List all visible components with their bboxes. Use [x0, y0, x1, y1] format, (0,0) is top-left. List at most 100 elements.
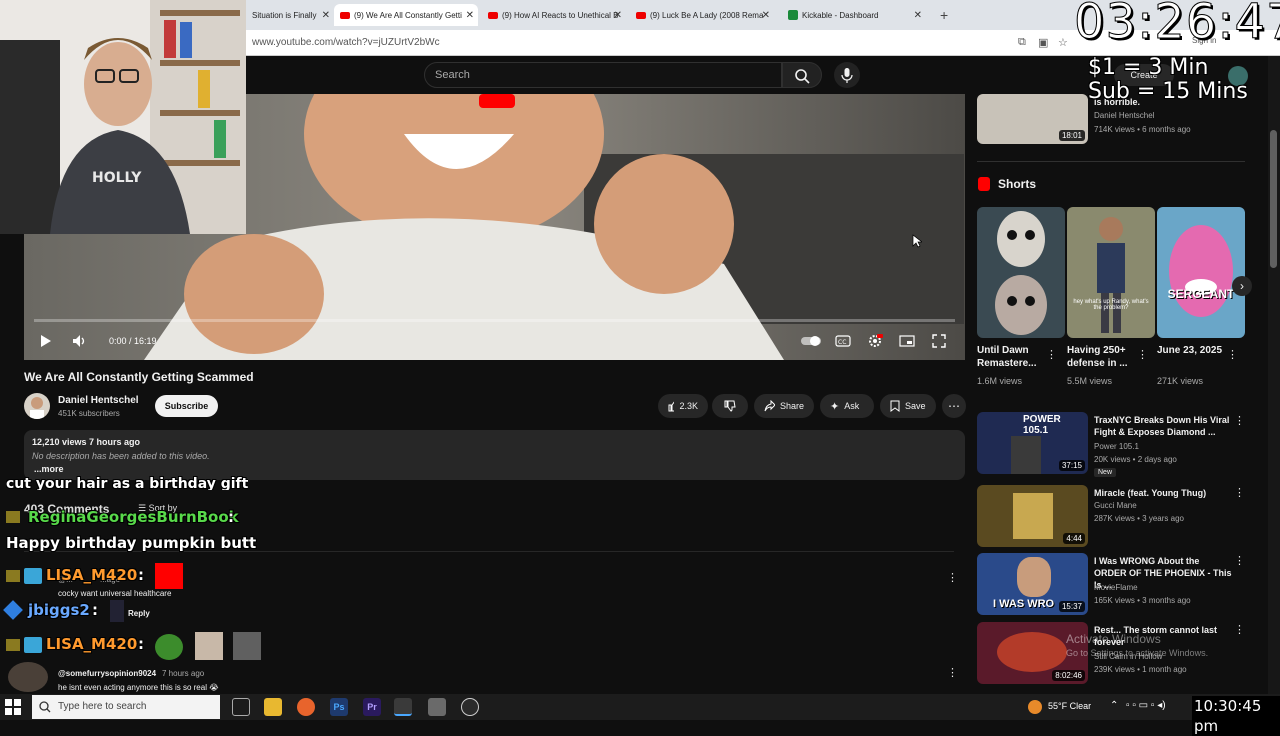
show-hidden-icons[interactable]: ⌃ [1110, 700, 1118, 711]
ask-button[interactable]: ✦ Ask [820, 394, 874, 418]
browser-tab[interactable]: (9) How AI Reacts to Unethical B ✕ [482, 4, 626, 26]
subscriber-count: 451K subscribers [58, 409, 120, 418]
more-actions-button[interactable]: ⋯ [942, 394, 966, 418]
taskbar-clock[interactable]: 10:30:45 pm [1192, 696, 1280, 736]
chat-username: jbiggs2 [28, 601, 90, 619]
mute-button[interactable] [69, 330, 91, 352]
short-menu-icon[interactable]: ⋮ [1046, 349, 1057, 361]
avatar-image [30, 397, 44, 419]
video-title: We Are All Constantly Getting Scammed [24, 370, 254, 384]
app-icon[interactable] [428, 698, 446, 716]
youtube-favicon-icon [340, 11, 350, 19]
scrollbar-thumb[interactable] [1270, 130, 1277, 268]
close-tab-icon[interactable]: ✕ [762, 10, 770, 21]
chat-emote [233, 632, 261, 660]
short-menu-icon[interactable]: ⋮ [1227, 349, 1238, 361]
close-tab-icon[interactable]: ✕ [614, 10, 622, 21]
browser-tab[interactable]: Situation is Finally ✕ [246, 4, 334, 26]
play-button[interactable] [34, 330, 56, 352]
firefox-icon[interactable] [297, 698, 315, 716]
settings-button[interactable] [864, 330, 886, 352]
share-button[interactable]: Share [754, 394, 814, 418]
short-title[interactable]: Having 250+ defense in ... [1067, 344, 1145, 370]
miniplayer-button[interactable] [896, 330, 918, 352]
browser-tab[interactable]: Kickable - Dashboard ✕ [782, 4, 926, 26]
search-button[interactable] [782, 62, 822, 88]
short-thumbnail[interactable]: SERGEANT [1157, 207, 1245, 338]
photoshop-icon[interactable]: Ps [330, 698, 348, 716]
related-video-channel[interactable]: Power 105.1 [1094, 442, 1139, 451]
close-tab-icon[interactable]: ✕ [322, 10, 330, 21]
save-button[interactable]: Save [880, 394, 936, 418]
shorts-next-button[interactable]: › [1232, 276, 1252, 296]
search-input[interactable]: Search [424, 62, 782, 88]
obs-icon[interactable] [461, 698, 479, 716]
weather-icon[interactable] [1028, 700, 1042, 714]
browser-tab-active[interactable]: (9) We Are All Constantly Getti ✕ [334, 4, 478, 26]
premiere-icon[interactable]: Pr [363, 698, 381, 716]
firefox-active-icon[interactable] [394, 698, 412, 716]
youtube-favicon-icon [488, 11, 498, 19]
weather-text[interactable]: 55°F Clear [1048, 701, 1091, 711]
related-video-title[interactable]: Miracle (feat. Young Thug) [1094, 487, 1234, 499]
comment-menu-icon[interactable]: ⋮ [947, 667, 958, 679]
related-video-thumbnail[interactable]: POWER 105.1 37:15 [977, 412, 1088, 474]
short-thumbnail[interactable]: hey what's up Randy, what's the problem? [1067, 207, 1155, 338]
chat-username: LISA_M420 [46, 566, 138, 584]
reply-button[interactable]: Reply [128, 609, 150, 618]
related-video-channel[interactable]: Daniel Hentschel [1094, 111, 1154, 120]
save-label: Save [905, 401, 926, 411]
description-box[interactable]: 12,210 views 7 hours ago No description … [24, 430, 965, 480]
autoplay-toggle[interactable] [800, 330, 822, 352]
new-tab-button[interactable]: + [934, 4, 954, 26]
url-field[interactable]: www.youtube.com/watch?v=jUZUrtV2bWc [252, 37, 440, 48]
comment-handle[interactable]: @somefurrysopinion9024 [58, 669, 156, 678]
sparkle-icon: ✦ [830, 400, 840, 413]
like-button[interactable]: 2.3K [658, 394, 708, 418]
video-duration: 8:02:46 [1052, 670, 1085, 681]
related-video-thumbnail[interactable]: I WAS WRO 15:37 [977, 553, 1088, 615]
subscribe-button[interactable]: Subscribe [155, 395, 218, 417]
chat-badge-icon [6, 511, 20, 523]
file-explorer-icon[interactable] [264, 698, 282, 716]
close-tab-icon[interactable]: ✕ [466, 10, 474, 21]
related-video-thumbnail[interactable]: 18:01 [977, 94, 1088, 144]
video-menu-icon[interactable]: ⋮ [1234, 415, 1245, 427]
channel-name[interactable]: Daniel Hentschel [58, 395, 139, 406]
shorts-logo-icon [978, 177, 990, 191]
voice-search-button[interactable] [834, 62, 860, 88]
short-menu-icon[interactable]: ⋮ [1137, 349, 1148, 361]
short-thumbnail[interactable] [977, 207, 1065, 338]
video-duration: 37:15 [1058, 460, 1085, 471]
chat-emote [195, 632, 223, 660]
video-menu-icon[interactable]: ⋮ [1234, 555, 1245, 567]
scrollbar[interactable] [1268, 56, 1280, 694]
show-more-link[interactable]: ...more [34, 464, 64, 474]
tray-icons[interactable]: ▫ ▫ ▭ ▫ ◂) [1126, 700, 1166, 711]
video-menu-icon[interactable]: ⋮ [1234, 487, 1245, 499]
taskbar-search-input[interactable]: Type here to search [32, 695, 220, 719]
chat-separator: : [138, 635, 144, 653]
related-video-thumbnail[interactable]: 4:44 [977, 485, 1088, 547]
related-video-channel[interactable]: Gucci Mane [1094, 501, 1137, 510]
fullscreen-button[interactable] [928, 330, 950, 352]
captions-button[interactable]: CC [832, 330, 854, 352]
new-badge: New [1094, 468, 1117, 477]
browser-tab[interactable]: (9) Luck Be A Lady (2008 Rema ✕ [630, 4, 774, 26]
video-menu-icon[interactable]: ⋮ [1234, 624, 1245, 636]
close-tab-icon[interactable]: ✕ [914, 10, 922, 21]
comment-menu-icon[interactable]: ⋮ [947, 572, 958, 584]
bookmark-star-icon[interactable]: ☆ [1058, 36, 1068, 49]
dislike-button[interactable] [712, 394, 748, 418]
install-app-icon[interactable]: ⧉ [1018, 36, 1026, 49]
channel-avatar[interactable] [24, 393, 50, 419]
progress-bar[interactable] [34, 319, 955, 322]
related-video-title[interactable]: TraxNYC Breaks Down His Viral Fight & Ex… [1094, 414, 1234, 438]
task-view-button[interactable] [232, 698, 250, 716]
short-title[interactable]: June 23, 2025 [1157, 344, 1235, 357]
reading-list-icon[interactable]: ▣ [1038, 36, 1048, 49]
related-video-channel[interactable]: MovieFlame [1094, 583, 1138, 592]
start-button[interactable] [4, 698, 22, 716]
commenter-avatar[interactable] [8, 662, 48, 692]
short-title[interactable]: Until Dawn Remastere... [977, 344, 1055, 370]
